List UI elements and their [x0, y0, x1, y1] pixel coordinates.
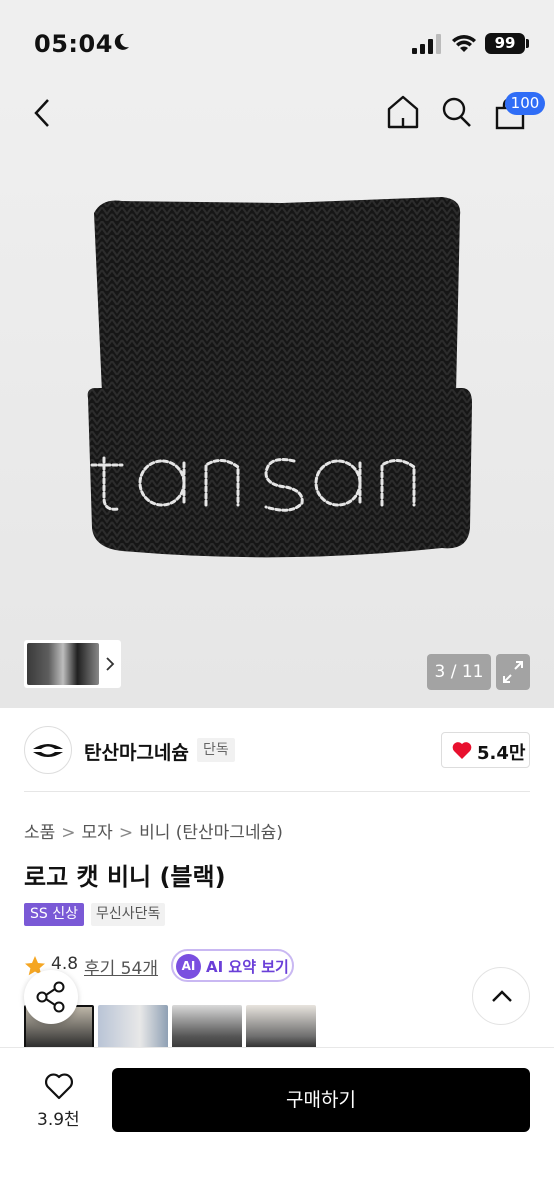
- breadcrumb-item[interactable]: 소품: [24, 818, 55, 843]
- expand-icon[interactable]: [496, 654, 530, 690]
- brand-exclusive-tag: 단독: [197, 738, 235, 762]
- breadcrumb-item[interactable]: 비니 (탄산마그네슘): [139, 818, 283, 843]
- home-icon[interactable]: [386, 94, 420, 130]
- brand-name[interactable]: 탄산마그네슘: [84, 738, 189, 765]
- breadcrumb-separator: >: [61, 823, 76, 843]
- review-photo[interactable]: [172, 1005, 242, 1050]
- review-count-link[interactable]: 후기 54개: [84, 954, 158, 979]
- share-button[interactable]: [24, 970, 78, 1024]
- buy-button[interactable]: 구매하기: [112, 1068, 530, 1132]
- chevron-up-icon: [492, 990, 512, 1002]
- bottom-purchase-bar: 3.9천 구매하기: [0, 1047, 554, 1200]
- brand-logo[interactable]: [24, 726, 72, 774]
- brand-like-button[interactable]: 5.4만: [441, 732, 530, 768]
- signal-icon: [412, 34, 441, 54]
- product-title: 로고 캣 비니 (블랙): [24, 863, 226, 891]
- image-thumbnail-strip[interactable]: [24, 640, 121, 688]
- brand-logo-mark: [33, 744, 63, 757]
- product-image-area[interactable]: 100 3 / 11: [0, 88, 554, 708]
- chevron-right-icon[interactable]: [104, 653, 116, 675]
- ai-badge: AI: [176, 954, 201, 979]
- heart-icon[interactable]: [44, 1072, 74, 1100]
- ai-summary-label: AI 요약 보기: [206, 958, 289, 976]
- moon-icon: [114, 33, 129, 50]
- heart-icon: [452, 742, 472, 759]
- back-icon[interactable]: [28, 96, 58, 130]
- status-bar: 05:04 99: [0, 0, 554, 88]
- review-photo[interactable]: [98, 1005, 168, 1050]
- breadcrumb-item[interactable]: 모자: [82, 818, 113, 843]
- thumbnail-image[interactable]: [27, 643, 99, 685]
- new-season-tag: SS 신상: [24, 903, 84, 926]
- exclusive-tag: 무신사단독: [91, 903, 166, 926]
- battery-indicator: 99: [485, 33, 525, 54]
- cart-count-badge: 100: [505, 92, 545, 115]
- wishlist-count: 3.9천: [37, 1110, 80, 1130]
- status-time: 05:04: [34, 30, 113, 58]
- section-divider: [24, 791, 530, 792]
- review-photo[interactable]: [246, 1005, 316, 1050]
- scroll-top-button[interactable]: [472, 967, 530, 1025]
- battery-tip: [526, 39, 529, 48]
- ai-summary-button[interactable]: AI AI 요약 보기: [171, 949, 294, 982]
- beanie-product-image[interactable]: [82, 193, 474, 578]
- breadcrumb: 소품 > 모자 > 비니 (탄산마그네슘): [24, 818, 283, 843]
- breadcrumb-separator: >: [118, 823, 134, 843]
- brand-like-count: 5.4만: [477, 743, 526, 764]
- wifi-icon: [452, 35, 476, 52]
- search-icon[interactable]: [440, 94, 474, 130]
- image-page-counter: 3 / 11: [427, 654, 491, 690]
- share-icon: [36, 981, 65, 1013]
